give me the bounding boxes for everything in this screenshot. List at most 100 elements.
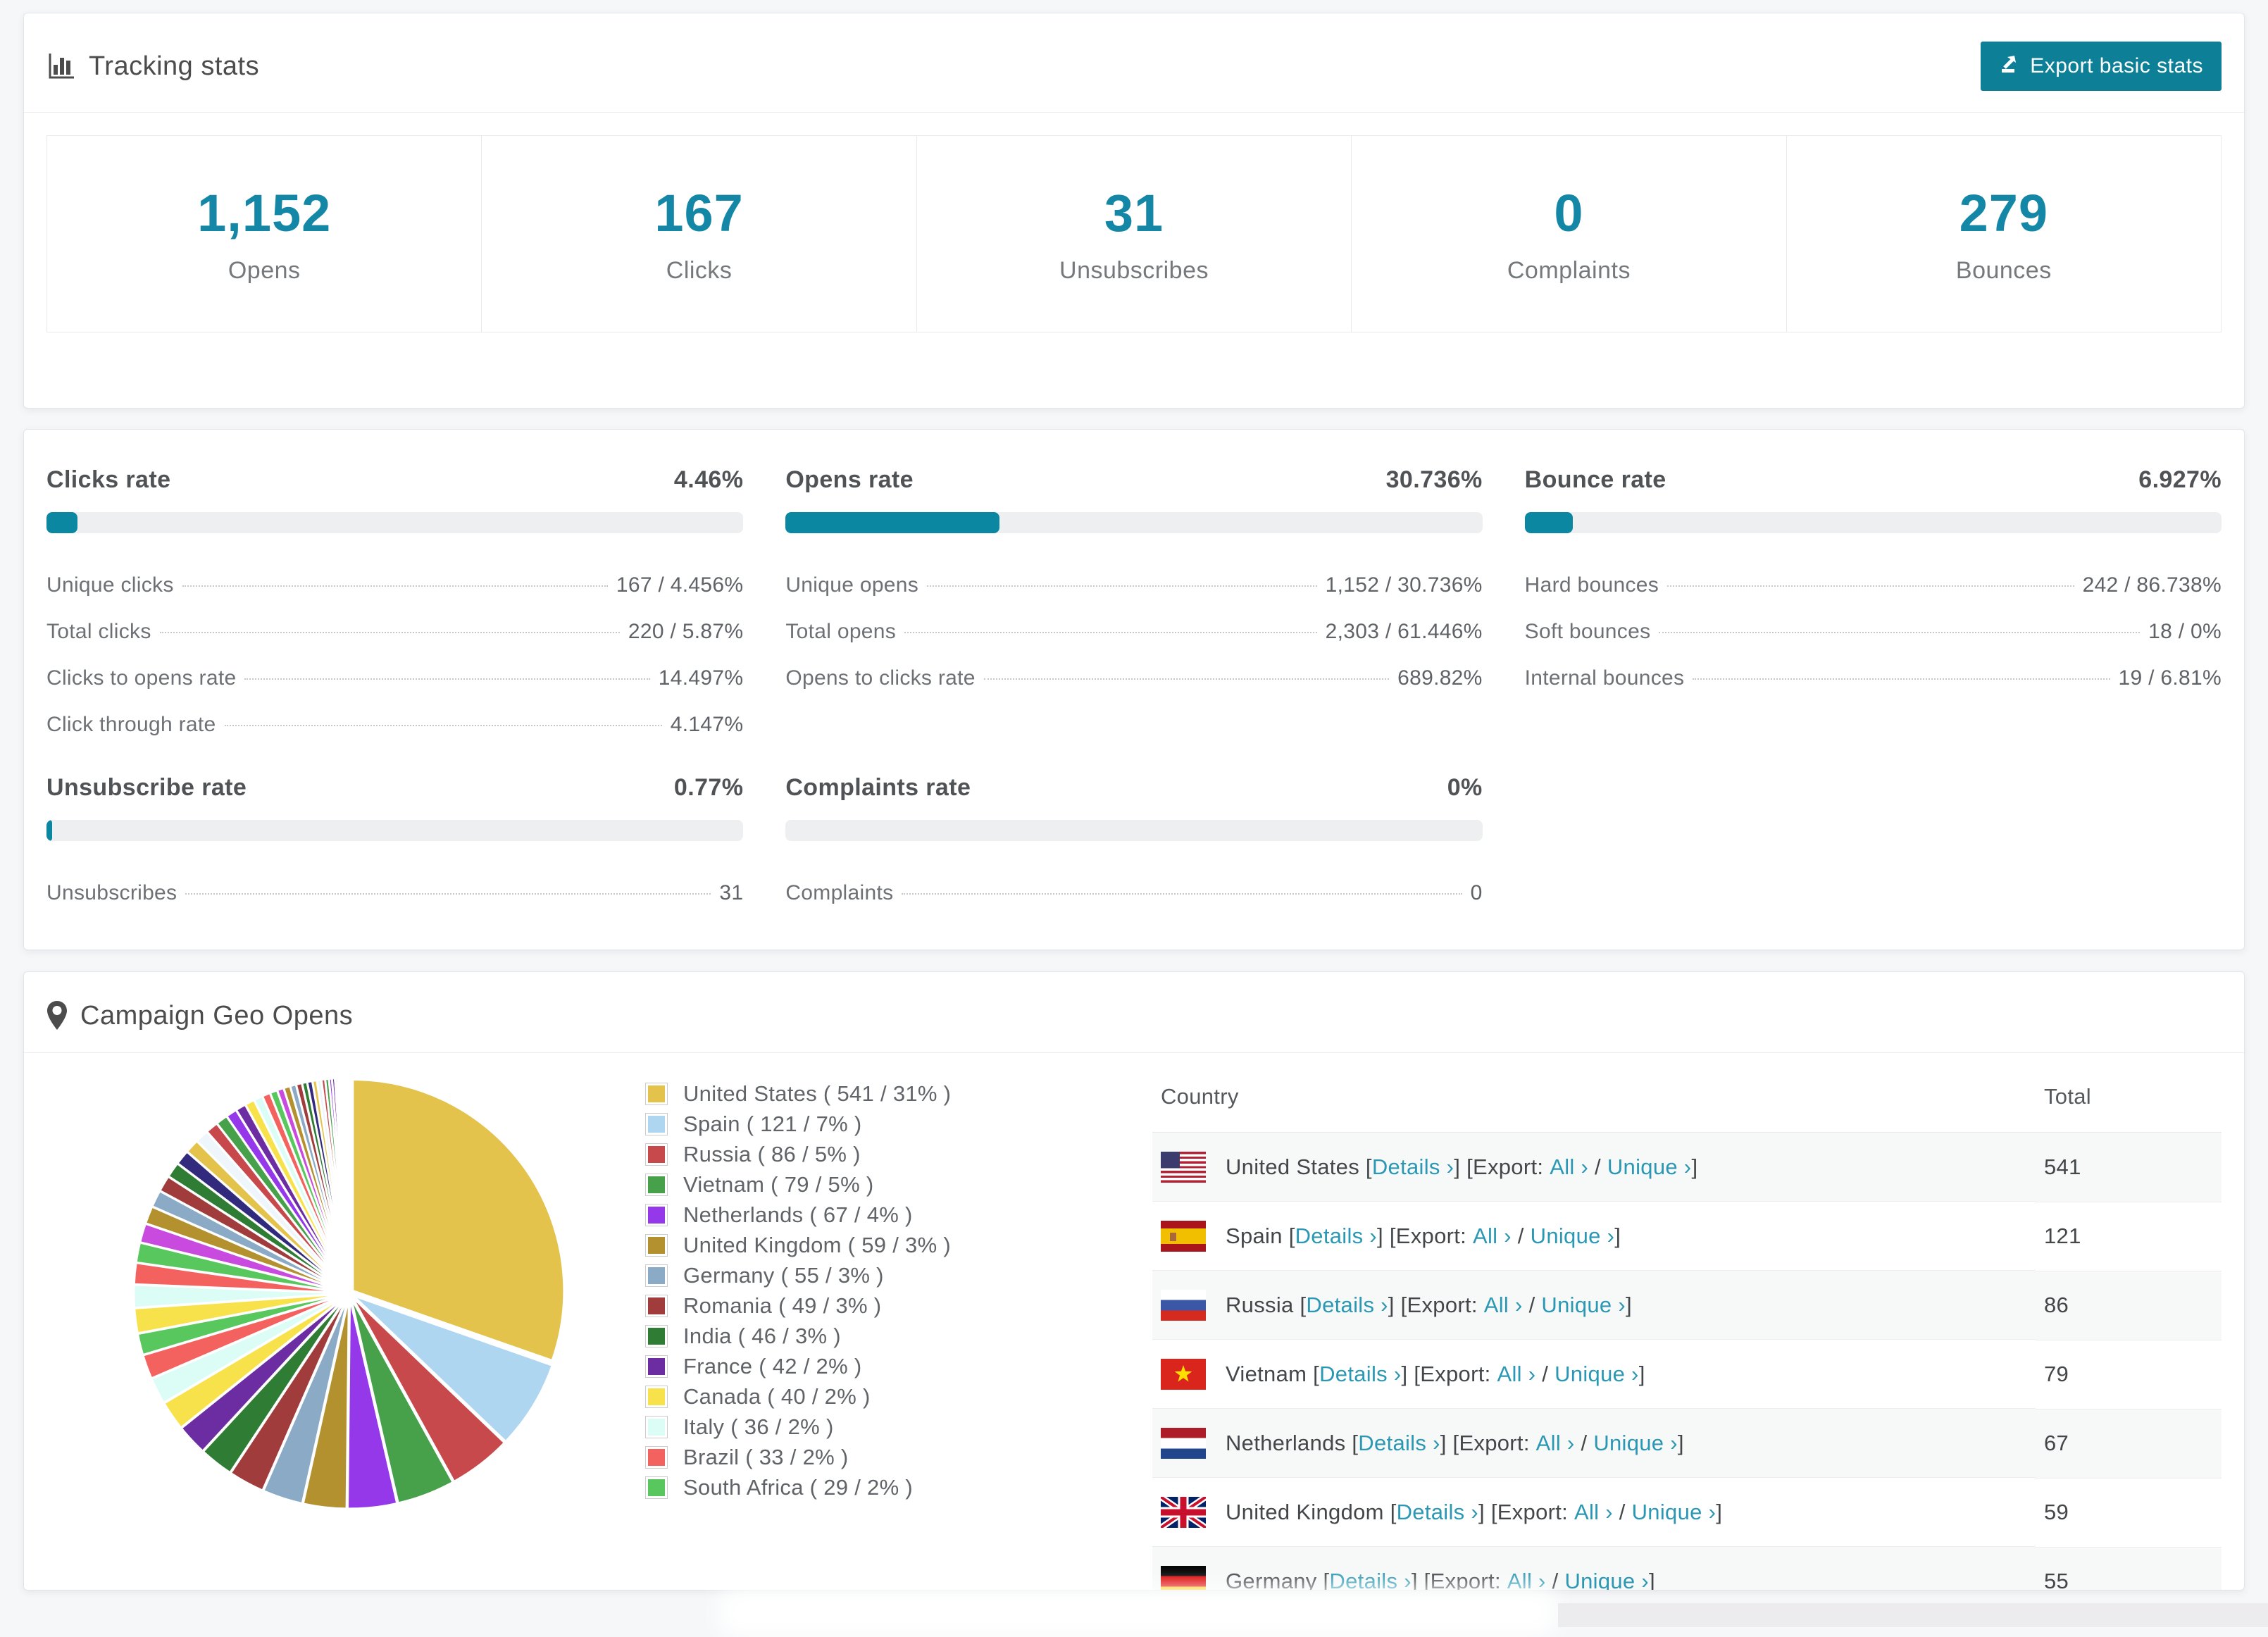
clicks-rate-title: Clicks rate xyxy=(46,466,171,493)
map-pin-icon xyxy=(46,1000,68,1031)
country-total: 67 xyxy=(2036,1409,2222,1479)
bottom-overlay-strip xyxy=(1558,1603,2268,1627)
export-unique-link-vietnam[interactable]: Unique › xyxy=(1554,1362,1639,1387)
unsubscribe-rate-title: Unsubscribe rate xyxy=(46,774,247,801)
country-column-header: Country xyxy=(1152,1062,2036,1133)
legend-label: Brazil ( 33 / 2% ) xyxy=(683,1444,849,1469)
details-link-united-states[interactable]: Details › xyxy=(1372,1154,1454,1180)
bounce-rate-bar xyxy=(1524,512,2222,533)
details-link-vietnam[interactable]: Details › xyxy=(1319,1362,1401,1387)
export-unique-link-germany[interactable]: Unique › xyxy=(1564,1569,1649,1591)
export-unique-link-united-states[interactable]: Unique › xyxy=(1607,1154,1692,1180)
legend-label: India ( 46 / 3% ) xyxy=(683,1323,841,1348)
legend-swatch xyxy=(645,1173,668,1196)
complaints-rate-value: 0% xyxy=(1447,774,1483,801)
country-total: 79 xyxy=(2036,1340,2222,1409)
stat-box-clicks: 167 Clicks xyxy=(481,135,917,332)
country-name: Netherlands xyxy=(1226,1430,1346,1455)
export-all-link-netherlands[interactable]: All › xyxy=(1536,1431,1575,1456)
legend-label: Spain ( 121 / 7% ) xyxy=(683,1111,862,1136)
complaints-rate-title: Complaints rate xyxy=(785,774,971,801)
geo-table-row-spain: Spain [Details ›] [Export: All › / Uniqu… xyxy=(1152,1202,2222,1271)
legend-item-italy[interactable]: Italy ( 36 / 2% ) xyxy=(645,1412,1131,1442)
es-flag-icon xyxy=(1161,1220,1206,1252)
country-total: 121 xyxy=(2036,1202,2222,1271)
dotted-leader xyxy=(185,893,711,895)
export-all-link-united-kingdom[interactable]: All › xyxy=(1574,1500,1613,1525)
geo-pie-chart[interactable] xyxy=(46,1062,645,1519)
legend-item-netherlands[interactable]: Netherlands ( 67 / 4% ) xyxy=(645,1200,1131,1230)
bounce-rate-block: Bounce rate 6.927% Hard bounces 242 / 86.… xyxy=(1524,466,2222,740)
export-unique-link-spain[interactable]: Unique › xyxy=(1531,1224,1615,1249)
legend-item-india[interactable]: India ( 46 / 3% ) xyxy=(645,1321,1131,1351)
export-all-link-united-states[interactable]: All › xyxy=(1550,1154,1588,1180)
legend-swatch xyxy=(645,1385,668,1408)
details-link-spain[interactable]: Details › xyxy=(1295,1224,1377,1249)
legend-item-south-africa[interactable]: South Africa ( 29 / 2% ) xyxy=(645,1472,1131,1502)
details-link-russia[interactable]: Details › xyxy=(1306,1293,1388,1318)
clicks-rate-block: Clicks rate 4.46% Unique clicks 167 / 4.4… xyxy=(46,466,744,740)
export-unique-link-russia[interactable]: Unique › xyxy=(1541,1293,1626,1318)
vn-flag-icon xyxy=(1161,1358,1206,1390)
legend-swatch xyxy=(645,1143,668,1166)
legend-item-germany[interactable]: Germany ( 55 / 3% ) xyxy=(645,1260,1131,1290)
details-link-netherlands[interactable]: Details › xyxy=(1358,1431,1440,1456)
bounces-count: 279 xyxy=(1959,184,2049,242)
stat-row: Internal bounces 19 / 6.81% xyxy=(1524,666,2222,690)
legend-swatch xyxy=(645,1294,668,1317)
opens-count: 1,152 xyxy=(197,184,332,242)
country-total: 55 xyxy=(2036,1547,2222,1590)
stat-box-bounces: 279 Bounces xyxy=(1786,135,2222,332)
export-all-link-spain[interactable]: All › xyxy=(1473,1224,1512,1249)
export-icon xyxy=(1999,53,2020,80)
tracking-stats-card: Tracking stats Export basic stats 1,152 … xyxy=(23,13,2245,409)
opens-rate-value: 30.736% xyxy=(1385,466,1483,493)
export-unique-link-netherlands[interactable]: Unique › xyxy=(1593,1431,1678,1456)
unsubscribes-label: Unsubscribes xyxy=(1059,257,1209,284)
de-flag-icon xyxy=(1161,1565,1206,1590)
legend-swatch xyxy=(645,1445,668,1469)
legend-swatch xyxy=(645,1324,668,1347)
legend-swatch xyxy=(645,1082,668,1105)
us-flag-icon xyxy=(1161,1151,1206,1183)
export-unique-link-united-kingdom[interactable]: Unique › xyxy=(1632,1500,1716,1525)
legend-item-spain[interactable]: Spain ( 121 / 7% ) xyxy=(645,1109,1131,1139)
pie-legend: United States ( 541 / 31% ) Spain ( 121 /… xyxy=(645,1062,1131,1590)
unsubscribes-count: 31 xyxy=(1104,184,1164,242)
stat-row: Unsubscribes 31 xyxy=(46,881,744,904)
legend-swatch xyxy=(645,1112,668,1135)
geo-pie-wrap xyxy=(46,1062,645,1519)
legend-label: France ( 42 / 2% ) xyxy=(683,1353,862,1378)
details-link-united-kingdom[interactable]: Details › xyxy=(1397,1500,1478,1525)
legend-item-vietnam[interactable]: Vietnam ( 79 / 5% ) xyxy=(645,1169,1131,1200)
legend-item-united-states[interactable]: United States ( 541 / 31% ) xyxy=(645,1078,1131,1109)
stat-row: Click through rate 4.147% xyxy=(46,713,744,736)
legend-item-united-kingdom[interactable]: United Kingdom ( 59 / 3% ) xyxy=(645,1230,1131,1260)
export-basic-stats-button[interactable]: Export basic stats xyxy=(1981,42,2222,91)
complaints-rate-block: Complaints rate 0% Complaints 0 xyxy=(785,774,1483,909)
legend-item-russia[interactable]: Russia ( 86 / 5% ) xyxy=(645,1139,1131,1169)
legend-item-brazil[interactable]: Brazil ( 33 / 2% ) xyxy=(645,1442,1131,1472)
legend-label: United Kingdom ( 59 / 3% ) xyxy=(683,1232,951,1257)
geo-table-row-vietnam: Vietnam [Details ›] [Export: All › / Uni… xyxy=(1152,1340,2222,1409)
stat-box-opens: 1,152 Opens xyxy=(46,135,482,332)
legend-item-canada[interactable]: Canada ( 40 / 2% ) xyxy=(645,1381,1131,1412)
dotted-leader xyxy=(927,585,1317,587)
export-all-link-russia[interactable]: All › xyxy=(1484,1293,1523,1318)
tracking-stats-header: Tracking stats Export basic stats xyxy=(24,13,2244,112)
tracking-stats-title-text: Tracking stats xyxy=(89,51,260,81)
geo-table-row-germany: Germany [Details ›] [Export: All › / Uni… xyxy=(1152,1547,2222,1591)
geo-table-row-united-kingdom: United Kingdom [Details ›] [Export: All … xyxy=(1152,1478,2222,1548)
dotted-leader xyxy=(224,725,662,726)
legend-item-romania[interactable]: Romania ( 49 / 3% ) xyxy=(645,1290,1131,1321)
rates-card: Clicks rate 4.46% Unique clicks 167 / 4.4… xyxy=(23,429,2245,950)
legend-item-france[interactable]: France ( 42 / 2% ) xyxy=(645,1351,1131,1381)
dotted-leader xyxy=(159,632,620,633)
legend-swatch xyxy=(645,1355,668,1378)
export-all-link-vietnam[interactable]: All › xyxy=(1497,1362,1535,1387)
complaints-label: Complaints xyxy=(1507,257,1631,284)
opens-label: Opens xyxy=(228,257,301,284)
stat-box-unsubscribes: 31 Unsubscribes xyxy=(916,135,1352,332)
tracking-stats-title: Tracking stats xyxy=(46,51,259,82)
unsubscribe-rate-bar xyxy=(46,820,744,841)
